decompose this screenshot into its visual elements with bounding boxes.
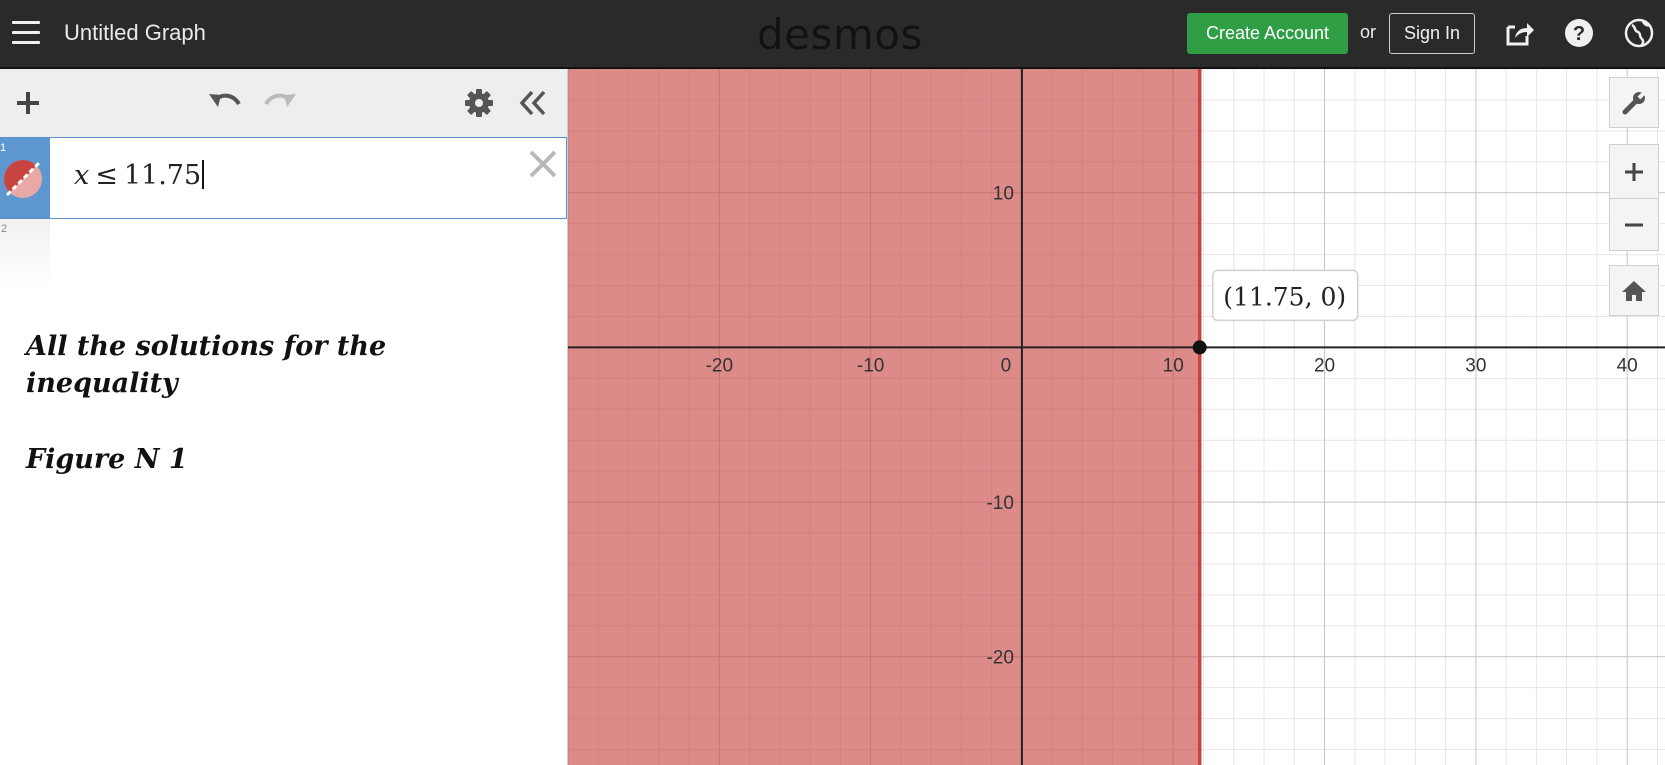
x-tick-label: 30 <box>1465 355 1486 376</box>
sign-in-button[interactable]: Sign In <box>1389 13 1475 54</box>
boundary-point <box>1192 340 1207 355</box>
expression-number: 1 <box>0 142 7 154</box>
y-tick-label: -10 <box>986 493 1013 514</box>
or-label: or <box>1360 22 1377 42</box>
help-icon[interactable]: ? <box>1563 17 1595 49</box>
expression-variable: x <box>74 160 90 191</box>
desmos-logo: desmos <box>757 10 923 59</box>
expression-input[interactable]: x ≤11.75 <box>74 160 205 191</box>
svg-text:?: ? <box>1573 23 1585 45</box>
note-line: inequality <box>26 368 178 399</box>
note-line: All the solutions for the <box>26 331 387 362</box>
points: (11.75, 0) <box>1192 269 1359 355</box>
redo-icon[interactable] <box>262 87 298 117</box>
home-icon[interactable] <box>1610 266 1658 315</box>
point-label: (11.75, 0) <box>1223 282 1346 311</box>
expression-value: 11.75 <box>123 160 202 191</box>
note-figure-label: Figure N 1 <box>26 444 188 475</box>
menu-icon[interactable] <box>12 19 40 45</box>
y-tick-label: 10 <box>993 184 1014 205</box>
x-tick-label: 10 <box>1163 355 1184 376</box>
collapse-panel-icon[interactable] <box>518 89 548 117</box>
x-tick-label: 20 <box>1314 355 1335 376</box>
create-account-button[interactable]: Create Account <box>1187 13 1348 54</box>
zoom-in-icon[interactable] <box>1610 145 1658 199</box>
expression-gutter: 1 <box>0 138 50 218</box>
color-swatch-icon[interactable] <box>3 159 43 199</box>
language-globe-icon[interactable] <box>1623 17 1655 49</box>
expression-operator: ≤ <box>95 160 118 191</box>
top-bar: Untitled Graph desmos Create Account or … <box>0 0 1665 69</box>
text-caret <box>202 160 205 189</box>
empty-expression-row[interactable]: 2 <box>0 219 50 289</box>
add-icon[interactable] <box>14 89 42 117</box>
x-tick-label: 0 <box>1001 355 1012 376</box>
wrench-icon[interactable] <box>1610 78 1658 127</box>
zoom-out-icon[interactable] <box>1610 199 1658 251</box>
x-tick-label: -10 <box>857 355 884 376</box>
expression-number: 2 <box>1 223 8 235</box>
undo-icon[interactable] <box>207 87 243 117</box>
y-tick-label: -20 <box>986 648 1013 669</box>
expression-panel: 1 x ≤11.75 2 All the solutions for the in… <box>0 69 568 765</box>
expression-row[interactable]: 1 x ≤11.75 <box>0 137 567 219</box>
graph-canvas[interactable]: -20 -10 0 10 20 30 40 -20 -10 10 (11.75, 0) <box>568 69 1665 765</box>
settings-gear-icon[interactable] <box>464 88 494 118</box>
home-control <box>1609 265 1659 316</box>
graph-settings-control <box>1609 77 1659 128</box>
zoom-control <box>1609 144 1659 251</box>
x-tick-label: -20 <box>706 355 733 376</box>
solution-region <box>568 69 1200 765</box>
share-icon[interactable] <box>1503 17 1535 49</box>
expression-toolbar <box>0 69 567 138</box>
delete-expression-icon[interactable] <box>527 148 559 180</box>
x-tick-label: 40 <box>1617 355 1638 376</box>
graph-title[interactable]: Untitled Graph <box>64 20 206 46</box>
